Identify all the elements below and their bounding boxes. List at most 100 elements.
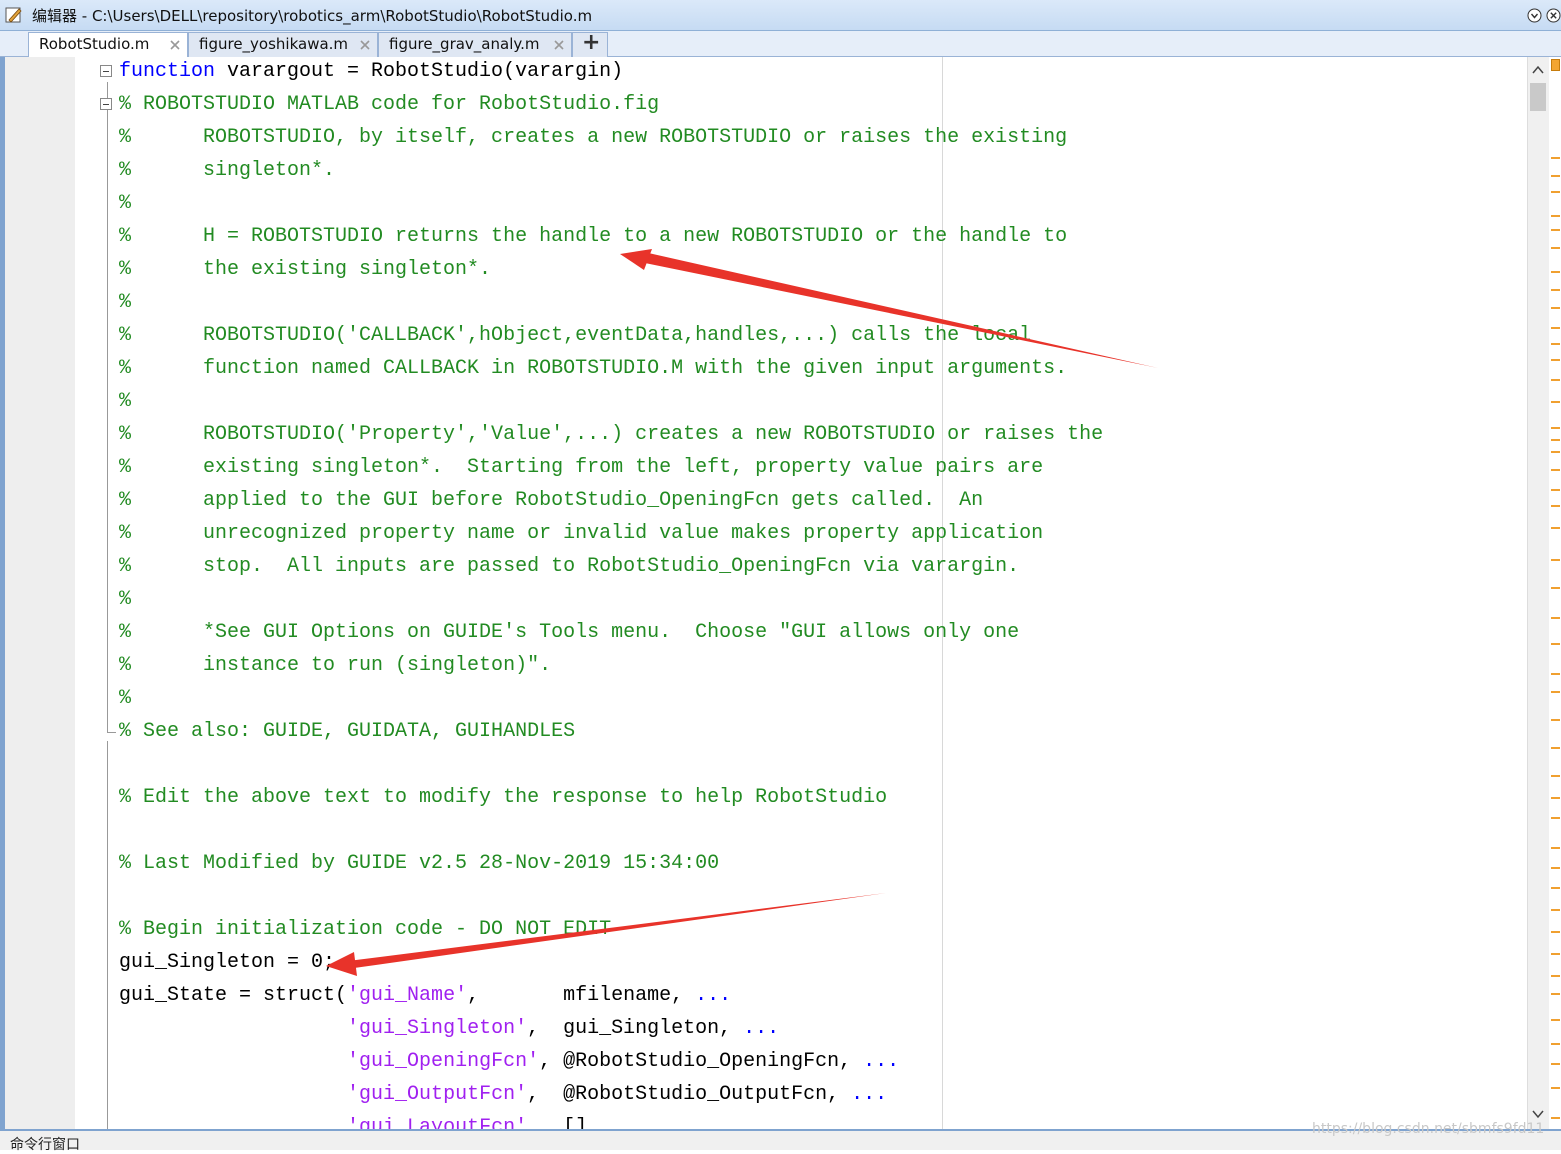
warning-marker[interactable] bbox=[1551, 439, 1560, 441]
warning-marker[interactable] bbox=[1551, 359, 1560, 361]
scroll-down-icon[interactable] bbox=[1532, 1109, 1544, 1119]
warning-marker[interactable] bbox=[1551, 191, 1560, 193]
code-line[interactable]: 31 'gui_OpeningFcn', @RobotStudio_Openin… bbox=[75, 1047, 1527, 1080]
code-line[interactable]: 12% ROBOTSTUDIO('Property','Value',...) … bbox=[75, 420, 1527, 453]
code-line[interactable]: 23% Edit the above text to modify the re… bbox=[75, 783, 1527, 816]
warning-indicator-icon[interactable] bbox=[1551, 59, 1560, 71]
warning-marker[interactable] bbox=[1551, 343, 1560, 345]
code-line[interactable]: 8% bbox=[75, 288, 1527, 321]
fold-toggle-icon[interactable] bbox=[100, 98, 112, 110]
warning-marker[interactable] bbox=[1551, 247, 1560, 249]
close-icon[interactable] bbox=[359, 39, 371, 51]
warning-marker[interactable] bbox=[1551, 909, 1560, 911]
warning-marker[interactable] bbox=[1551, 1019, 1560, 1021]
warning-marker[interactable] bbox=[1551, 327, 1560, 329]
code-line[interactable]: 3% ROBOTSTUDIO, by itself, creates a new… bbox=[75, 123, 1527, 156]
vertical-scrollbar[interactable] bbox=[1527, 57, 1549, 1129]
warning-marker[interactable] bbox=[1551, 559, 1560, 561]
code-line[interactable]: 13% existing singleton*. Starting from t… bbox=[75, 453, 1527, 486]
code-line[interactable]: 27% Begin initialization code - DO NOT E… bbox=[75, 915, 1527, 948]
warning-marker[interactable] bbox=[1551, 797, 1560, 799]
code-line[interactable]: 25% Last Modified by GUIDE v2.5 28-Nov-2… bbox=[75, 849, 1527, 882]
code-line[interactable]: 19% instance to run (singleton)". bbox=[75, 651, 1527, 684]
code-line[interactable]: 10% function named CALLBACK in ROBOTSTUD… bbox=[75, 354, 1527, 387]
chevron-down-icon[interactable] bbox=[1527, 8, 1542, 23]
code-line[interactable]: 18% *See GUI Options on GUIDE's Tools me… bbox=[75, 618, 1527, 651]
code-line[interactable]: 33 'gui_LayoutFcn', [] bbox=[75, 1113, 1527, 1129]
warning-marker[interactable] bbox=[1551, 1087, 1560, 1089]
code-line[interactable]: 16% stop. All inputs are passed to Robot… bbox=[75, 552, 1527, 585]
code-line[interactable]: 29gui_State = struct('gui_Name', mfilena… bbox=[75, 981, 1527, 1014]
window-title: 编辑器 - C:\Users\DELL\repository\robotics_… bbox=[32, 7, 593, 25]
warning-marker[interactable] bbox=[1551, 401, 1560, 403]
close-icon[interactable] bbox=[1546, 8, 1561, 23]
warning-marker[interactable] bbox=[1551, 289, 1560, 291]
warning-marker[interactable] bbox=[1551, 215, 1560, 217]
warning-marker[interactable] bbox=[1551, 643, 1560, 645]
tab-figure-yoshikawa[interactable]: figure_yoshikawa.m bbox=[188, 32, 378, 57]
warning-marker[interactable] bbox=[1551, 1043, 1560, 1045]
code-line[interactable]: 26 bbox=[75, 882, 1527, 915]
warning-marker[interactable] bbox=[1551, 505, 1560, 507]
code-editor[interactable]: 1function varargout = RobotStudio(vararg… bbox=[75, 57, 1527, 1129]
warning-marker[interactable] bbox=[1551, 469, 1560, 471]
tab-figure-grav-analy[interactable]: figure_grav_analy.m bbox=[378, 32, 572, 57]
close-icon[interactable] bbox=[553, 39, 565, 51]
code-line[interactable]: 17% bbox=[75, 585, 1527, 618]
scroll-up-icon[interactable] bbox=[1532, 65, 1544, 75]
warning-marker[interactable] bbox=[1551, 175, 1560, 177]
code-line[interactable]: 15% unrecognized property name or invali… bbox=[75, 519, 1527, 552]
warning-marker[interactable] bbox=[1551, 451, 1560, 453]
code-line[interactable]: 32 'gui_OutputFcn', @RobotStudio_OutputF… bbox=[75, 1080, 1527, 1113]
message-bar[interactable] bbox=[1549, 57, 1561, 1129]
code-line[interactable]: 7% the existing singleton*. bbox=[75, 255, 1527, 288]
warning-marker[interactable] bbox=[1551, 489, 1560, 491]
warning-marker[interactable] bbox=[1551, 887, 1560, 889]
code-line[interactable]: 30 'gui_Singleton', gui_Singleton, ... bbox=[75, 1014, 1527, 1047]
warning-marker[interactable] bbox=[1551, 817, 1560, 819]
code-line[interactable]: 14% applied to the GUI before RobotStudi… bbox=[75, 486, 1527, 519]
warning-marker[interactable] bbox=[1551, 847, 1560, 849]
warning-marker[interactable] bbox=[1551, 617, 1560, 619]
warning-marker[interactable] bbox=[1551, 719, 1560, 721]
fold-toggle-icon[interactable] bbox=[100, 65, 112, 77]
warning-marker[interactable] bbox=[1551, 1117, 1560, 1119]
warning-marker[interactable] bbox=[1551, 867, 1560, 869]
code-line[interactable]: 21% See also: GUIDE, GUIDATA, GUIHANDLES bbox=[75, 717, 1527, 750]
code-line[interactable]: 20% bbox=[75, 684, 1527, 717]
close-icon[interactable] bbox=[169, 39, 181, 51]
code-line[interactable]: 6% H = ROBOTSTUDIO returns the handle to… bbox=[75, 222, 1527, 255]
warning-marker[interactable] bbox=[1551, 157, 1560, 159]
code-line[interactable]: 5% bbox=[75, 189, 1527, 222]
code-line[interactable]: 2% ROBOTSTUDIO MATLAB code for RobotStud… bbox=[75, 90, 1527, 123]
code-line[interactable]: 9% ROBOTSTUDIO('CALLBACK',hObject,eventD… bbox=[75, 321, 1527, 354]
warning-marker[interactable] bbox=[1551, 1063, 1560, 1065]
warning-marker[interactable] bbox=[1551, 673, 1560, 675]
warning-marker[interactable] bbox=[1551, 427, 1560, 429]
warning-marker[interactable] bbox=[1551, 587, 1560, 589]
warning-marker[interactable] bbox=[1551, 931, 1560, 933]
code-line[interactable]: 22 bbox=[75, 750, 1527, 783]
warning-marker[interactable] bbox=[1551, 229, 1560, 231]
warning-marker[interactable] bbox=[1551, 975, 1560, 977]
warning-marker[interactable] bbox=[1551, 775, 1560, 777]
warning-marker[interactable] bbox=[1551, 527, 1560, 529]
warning-marker[interactable] bbox=[1551, 993, 1560, 995]
code-token: % the existing singleton*. bbox=[119, 258, 492, 281]
warning-marker[interactable] bbox=[1551, 747, 1560, 749]
warning-marker[interactable] bbox=[1551, 307, 1560, 309]
code-line[interactable]: 1function varargout = RobotStudio(vararg… bbox=[75, 57, 1527, 90]
warning-marker[interactable] bbox=[1551, 953, 1560, 955]
code-line[interactable]: 28gui_Singleton = 0; bbox=[75, 948, 1527, 981]
warning-marker[interactable] bbox=[1551, 691, 1560, 693]
warning-marker[interactable] bbox=[1551, 379, 1560, 381]
code-line[interactable]: 4% singleton*. bbox=[75, 156, 1527, 189]
warning-marker[interactable] bbox=[1551, 271, 1560, 273]
code-line[interactable]: 24 bbox=[75, 816, 1527, 849]
add-tab-button[interactable]: + bbox=[572, 30, 608, 57]
code-line[interactable]: 11% bbox=[75, 387, 1527, 420]
tab-robotstudio[interactable]: RobotStudio.m bbox=[28, 32, 188, 58]
code-text: % See also: GUIDE, GUIDATA, GUIHANDLES bbox=[119, 720, 575, 743]
scroll-thumb[interactable] bbox=[1530, 83, 1546, 111]
plus-icon: + bbox=[582, 30, 601, 55]
